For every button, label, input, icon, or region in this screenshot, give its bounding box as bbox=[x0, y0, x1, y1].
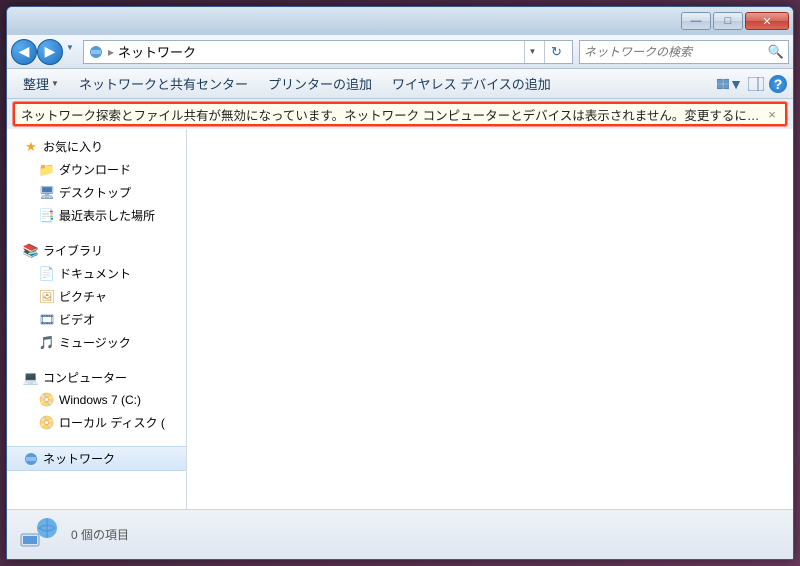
minimize-button[interactable]: — bbox=[681, 12, 711, 30]
chevron-right-icon: ▸ bbox=[108, 45, 114, 59]
computer-icon: 💻 bbox=[23, 370, 39, 386]
tree-pictures-icon: 🖼 bbox=[39, 289, 55, 305]
tree-drive-c[interactable]: 📀 Windows 7 (C:) bbox=[7, 389, 186, 411]
star-icon: ★ bbox=[23, 139, 39, 155]
tree-videos-icon: 🎞 bbox=[39, 312, 55, 328]
forward-button[interactable]: ▶ bbox=[37, 39, 63, 65]
notification-text: ネットワーク探索とファイル共有が無効になっています。ネットワーク コンピューター… bbox=[21, 105, 765, 124]
tree-item-label: 最近表示した場所 bbox=[59, 207, 155, 224]
navigation-pane: ★ お気に入り 📁ダウンロード🖥デスクトップ📑最近表示した場所 📚 ライブラリ … bbox=[7, 129, 187, 509]
network-header[interactable]: ネットワーク bbox=[7, 446, 186, 471]
tree-drive-local-icon: 📀 bbox=[39, 415, 55, 431]
tree-item-label: Windows 7 (C:) bbox=[59, 393, 141, 407]
address-bar[interactable]: ▸ ネットワーク ▼ ↻ bbox=[83, 40, 573, 64]
tree-recent-icon: 📑 bbox=[39, 208, 55, 224]
tree-drive-c-icon: 📀 bbox=[39, 392, 55, 408]
search-input[interactable] bbox=[584, 45, 768, 59]
tree-drive-local[interactable]: 📀ローカル ディスク ( bbox=[7, 411, 186, 434]
details-pane: 0 個の項目 bbox=[7, 509, 793, 559]
computer-header[interactable]: 💻 コンピューター bbox=[7, 366, 186, 389]
add-wireless-device-button[interactable]: ワイヤレス デバイスの追加 bbox=[382, 70, 561, 97]
content-pane bbox=[187, 129, 793, 509]
network-icon bbox=[88, 44, 104, 60]
tree-videos[interactable]: 🎞ビデオ bbox=[7, 308, 186, 331]
network-group: ネットワーク bbox=[7, 446, 186, 471]
navigation-row: ◀ ▶ ▼ ▸ ネットワーク ▼ ↻ 🔍 bbox=[7, 35, 793, 69]
body-area: ★ お気に入り 📁ダウンロード🖥デスクトップ📑最近表示した場所 📚 ライブラリ … bbox=[7, 129, 793, 509]
tree-documents[interactable]: 📄ドキュメント bbox=[7, 262, 186, 285]
tree-item-label: ローカル ディスク ( bbox=[59, 414, 165, 431]
search-icon: 🔍 bbox=[768, 44, 784, 60]
tree-item-label: ダウンロード bbox=[59, 161, 131, 178]
add-printer-button[interactable]: プリンターの追加 bbox=[258, 70, 382, 97]
favorites-header[interactable]: ★ お気に入り bbox=[7, 135, 186, 158]
tree-item-label: ビデオ bbox=[59, 311, 95, 328]
libraries-icon: 📚 bbox=[23, 243, 39, 259]
notification-bar[interactable]: ネットワーク探索とファイル共有が無効になっています。ネットワーク コンピューター… bbox=[13, 102, 787, 126]
address-dropdown-button[interactable]: ▼ bbox=[524, 41, 540, 63]
command-toolbar: 整理▼ ネットワークと共有センター プリンターの追加 ワイヤレス デバイスの追加… bbox=[7, 69, 793, 99]
network-large-icon bbox=[17, 514, 59, 556]
notification-close-button[interactable]: × bbox=[765, 107, 779, 122]
tree-downloads-icon: 📁 bbox=[39, 162, 55, 178]
tree-downloads[interactable]: 📁ダウンロード bbox=[7, 158, 186, 181]
tree-pictures[interactable]: 🖼ピクチャ bbox=[7, 285, 186, 308]
help-button[interactable]: ? bbox=[769, 75, 787, 93]
favorites-group: ★ お気に入り 📁ダウンロード🖥デスクトップ📑最近表示した場所 bbox=[7, 135, 186, 227]
tree-item-label: ミュージック bbox=[59, 334, 131, 351]
tree-desktop-icon: 🖥 bbox=[39, 185, 55, 201]
tree-item-label: ピクチャ bbox=[59, 288, 107, 305]
breadcrumb-network[interactable]: ネットワーク bbox=[118, 42, 196, 61]
computer-group: 💻 コンピューター 📀 Windows 7 (C:) 📀ローカル ディスク ( bbox=[7, 366, 186, 434]
back-button[interactable]: ◀ bbox=[11, 39, 37, 65]
explorer-window: — □ ✕ ◀ ▶ ▼ ▸ ネットワーク ▼ ↻ 🔍 整理▼ ネットワークと共有… bbox=[6, 6, 794, 560]
search-box[interactable]: 🔍 bbox=[579, 40, 789, 64]
organize-menu[interactable]: 整理▼ bbox=[13, 70, 69, 97]
maximize-button[interactable]: □ bbox=[713, 12, 743, 30]
close-button[interactable]: ✕ bbox=[745, 12, 789, 30]
tree-item-label: デスクトップ bbox=[59, 184, 131, 201]
network-icon bbox=[23, 451, 39, 467]
title-bar: — □ ✕ bbox=[7, 7, 793, 35]
nav-history-dropdown[interactable]: ▼ bbox=[63, 39, 77, 57]
refresh-button[interactable]: ↻ bbox=[544, 41, 568, 63]
view-options-button[interactable]: ▼ bbox=[717, 73, 743, 95]
tree-desktop[interactable]: 🖥デスクトップ bbox=[7, 181, 186, 204]
item-count-text: 0 個の項目 bbox=[71, 526, 129, 543]
tree-item-label: ドキュメント bbox=[59, 265, 131, 282]
libraries-group: 📚 ライブラリ 📄ドキュメント🖼ピクチャ🎞ビデオ🎵ミュージック bbox=[7, 239, 186, 354]
tree-music[interactable]: 🎵ミュージック bbox=[7, 331, 186, 354]
libraries-header[interactable]: 📚 ライブラリ bbox=[7, 239, 186, 262]
network-sharing-center-button[interactable]: ネットワークと共有センター bbox=[69, 70, 258, 97]
preview-pane-button[interactable] bbox=[743, 73, 769, 95]
tree-recent[interactable]: 📑最近表示した場所 bbox=[7, 204, 186, 227]
tree-music-icon: 🎵 bbox=[39, 335, 55, 351]
tree-documents-icon: 📄 bbox=[39, 266, 55, 282]
